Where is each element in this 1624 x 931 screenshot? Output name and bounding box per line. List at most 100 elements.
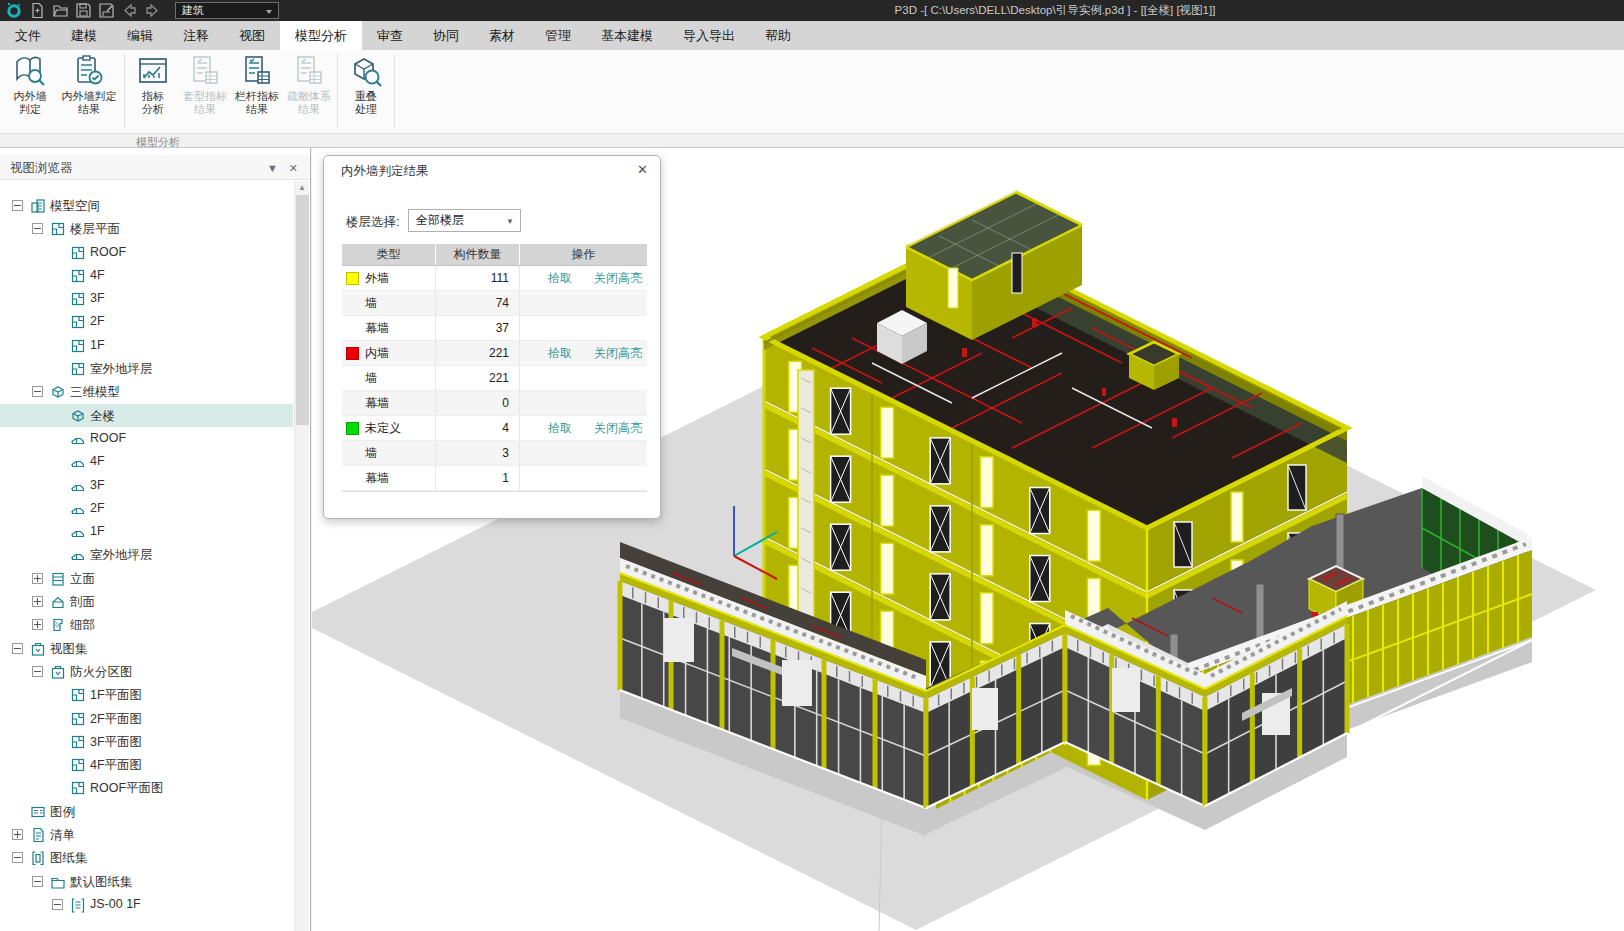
tree-item-室外地坪层[interactable]: 室外地坪层 [0,357,293,380]
tab-导入导出[interactable]: 导入导出 [668,21,750,50]
tab-编辑[interactable]: 编辑 [112,21,168,50]
chevron-down-icon[interactable]: ▼ [267,162,278,174]
tab-管理[interactable]: 管理 [530,21,586,50]
tree-item-1F[interactable]: 1F [0,334,293,357]
scrollbar-thumb[interactable] [296,195,309,425]
tree-item-2F[interactable]: 2F [0,310,293,333]
tree-item-label: 默认图纸集 [70,874,133,891]
tree-item-剖面[interactable]: 剖面 [0,590,293,613]
tab-文件[interactable]: 文件 [0,21,56,50]
tree-item-ROOF[interactable]: ROOF [0,427,293,450]
tree-item-防火分区图[interactable]: 防火分区图 [0,660,293,683]
tree-item-label: 4F [90,454,105,468]
tab-模型分析[interactable]: 模型分析 [280,21,362,50]
tree-item-2F平面图[interactable]: 2F平面图 [0,707,293,730]
tree-item-ROOF平面图[interactable]: ROOF平面图 [0,776,293,799]
tree-item-清单[interactable]: 清单 [0,823,293,846]
expand-icon[interactable] [32,596,43,607]
tab-注释[interactable]: 注释 [168,21,224,50]
tree-item-JS-00 1F[interactable]: JS-00 1F [0,893,293,916]
tab-建模[interactable]: 建模 [56,21,112,50]
tree-item-三维模型[interactable]: 三维模型 [0,380,293,403]
tree-item-1F[interactable]: 1F [0,520,293,543]
tree-item-立面[interactable]: 立面 [0,567,293,590]
ribbon-button-内外墙判定[interactable]: 内外墙判定 [4,54,56,116]
ribbon-button-内外墙判定结果[interactable]: 内外墙判定结果 [56,54,122,116]
tree-scrollbar[interactable]: ▲ [294,181,309,931]
tree-item-细部[interactable]: 细部 [0,613,293,636]
detail-icon [50,617,66,633]
collapse-icon[interactable] [32,386,43,397]
tree-item-label: 2F平面图 [90,711,142,728]
plan-icon [70,780,86,796]
collapse-icon[interactable] [32,876,43,887]
expand-icon[interactable] [32,573,43,584]
tree-item-4F[interactable]: 4F [0,450,293,473]
tree-item-4F平面图[interactable]: 4F平面图 [0,753,293,776]
tree-item-label: 视图集 [50,641,88,658]
tree-item-全楼[interactable]: 全楼 [0,404,293,427]
expand-icon[interactable] [32,619,43,630]
tree-item-3F[interactable]: 3F [0,474,293,497]
close-highlight-link[interactable]: 关闭高亮 [594,420,642,437]
wall-result-table: 类型构件数量操作外墙111拾取关闭高亮墙74幕墙37内墙221拾取关闭高亮墙22… [342,244,647,492]
clip-check-icon [72,54,106,88]
box3d-icon [70,408,86,424]
forward-icon[interactable] [144,2,161,19]
tree-item-3F平面图[interactable]: 3F平面图 [0,730,293,753]
collapse-icon[interactable] [52,899,63,910]
cell-type: 墙 [342,370,435,387]
tree-item-图例[interactable]: 图例 [0,800,293,823]
plan-icon [70,291,86,307]
table-row-幕墙-8: 幕墙1 [342,466,647,491]
tree-item-模型空间[interactable]: 模型空间 [0,194,293,217]
ribbon-button-重叠处理[interactable]: 重叠处理 [340,54,392,116]
save-icon[interactable] [75,2,92,19]
ribbon-separator [337,54,338,128]
tree-item-默认图纸集[interactable]: 默认图纸集 [0,870,293,893]
collapse-icon[interactable] [12,643,23,654]
tree-item-4F[interactable]: 4F [0,264,293,287]
close-highlight-link[interactable]: 关闭高亮 [594,345,642,362]
plan-icon [70,338,86,354]
tree-item-ROOF[interactable]: ROOF [0,241,293,264]
table-row-幕墙-2: 幕墙37 [342,316,647,341]
tree-item-label: 三维模型 [70,384,120,401]
mode-dropdown[interactable]: 建筑 [175,2,279,19]
ribbon-button-指标分析[interactable]: 指标分析 [127,54,179,116]
tree-item-图纸集[interactable]: 图纸集 [0,846,293,869]
close-icon[interactable]: ✕ [289,162,298,175]
cell-type: 外墙 [342,270,435,287]
tab-视图[interactable]: 视图 [224,21,280,50]
collapse-icon[interactable] [32,223,43,234]
tab-帮助[interactable]: 帮助 [750,21,806,50]
back-icon[interactable] [121,2,138,19]
tree-item-2F[interactable]: 2F [0,497,293,520]
save-as-icon[interactable] [98,2,115,19]
tab-素材[interactable]: 素材 [474,21,530,50]
open-file-icon[interactable] [52,2,69,19]
scroll-up-icon[interactable]: ▲ [298,183,306,192]
close-icon[interactable]: ✕ [637,162,648,177]
expand-icon[interactable] [12,829,23,840]
tab-基本建模[interactable]: 基本建模 [586,21,668,50]
new-file-icon[interactable] [29,2,46,19]
tree-item-楼层平面[interactable]: 楼层平面 [0,217,293,240]
tree-item-室外地坪层[interactable]: 室外地坪层 [0,543,293,566]
floor-select-dropdown[interactable]: 全部楼层▼ [408,209,521,232]
tree-item-3F[interactable]: 3F [0,287,293,310]
collapse-icon[interactable] [32,666,43,677]
plan-icon [70,268,86,284]
tree-item-视图集[interactable]: 视图集 [0,637,293,660]
pick-link[interactable]: 拾取 [548,420,572,437]
tab-审查[interactable]: 审查 [362,21,418,50]
collapse-icon[interactable] [12,200,23,211]
pick-link[interactable]: 拾取 [548,345,572,362]
cell-actions [520,366,647,390]
close-highlight-link[interactable]: 关闭高亮 [594,270,642,287]
tab-协同[interactable]: 协同 [418,21,474,50]
collapse-icon[interactable] [12,852,23,863]
tree-item-1F平面图[interactable]: 1F平面图 [0,683,293,706]
pick-link[interactable]: 拾取 [548,270,572,287]
ribbon-button-栏杆指标结果[interactable]: 栏杆指标结果 [231,54,283,116]
